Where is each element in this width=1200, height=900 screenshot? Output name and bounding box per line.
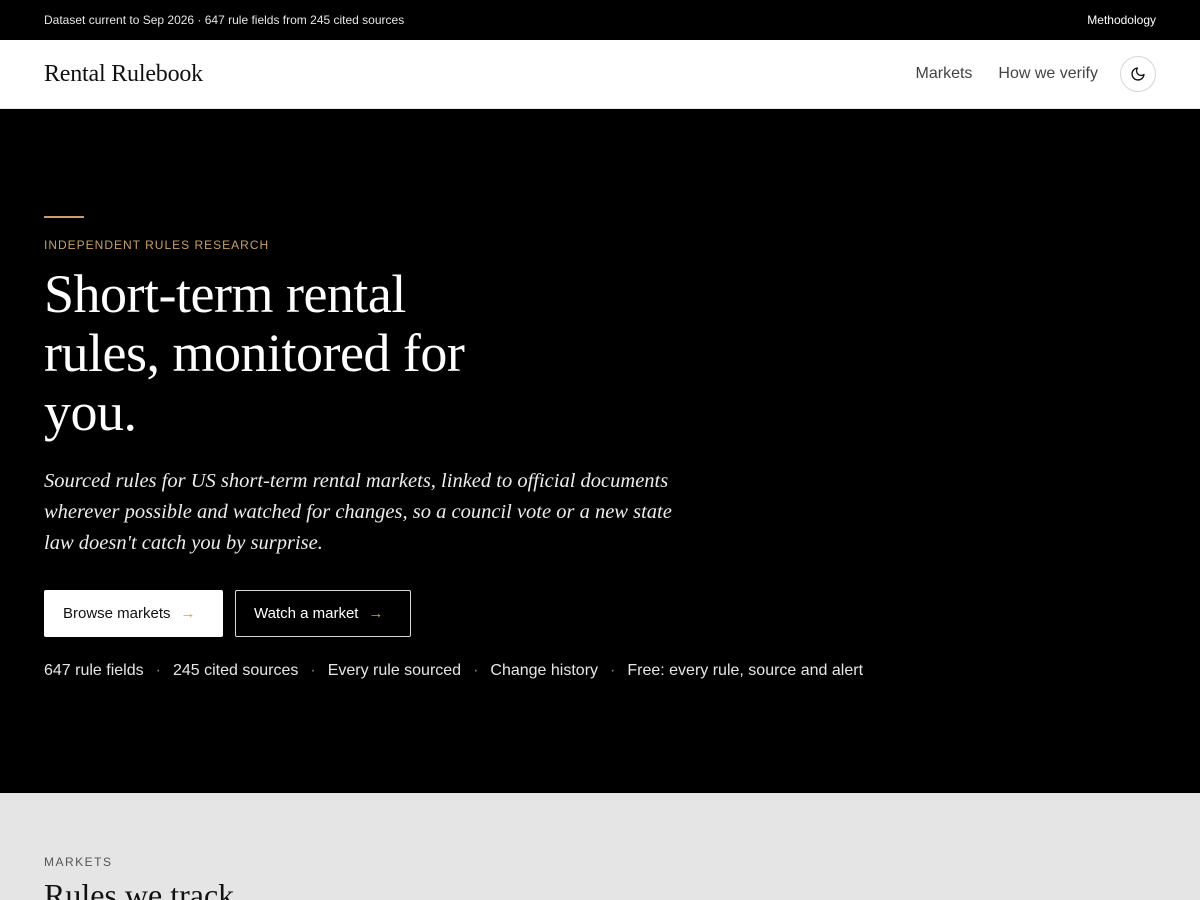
stat-item: 647 rule fields bbox=[44, 662, 144, 679]
hero-eyebrow: INDEPENDENT RULES RESEARCH bbox=[44, 238, 270, 252]
methodology-link[interactable]: Methodology bbox=[1087, 13, 1156, 27]
dataset-status: Dataset current to Sep 2026 · 647 rule f… bbox=[44, 13, 405, 27]
stat-separator: · bbox=[610, 662, 616, 679]
cta-row: Browse markets → Watch a market → bbox=[44, 590, 411, 637]
markets-eyebrow: MARKETS bbox=[44, 855, 113, 869]
hero-title: Short-term rental rules, monitored for y… bbox=[44, 264, 465, 442]
site-header: Rental Rulebook Markets How we verify bbox=[0, 40, 1200, 109]
hero-stats: 647 rule fields · 245 cited sources · Ev… bbox=[44, 662, 863, 680]
accent-rule bbox=[44, 216, 84, 218]
stat-item: Every rule sourced bbox=[327, 662, 462, 679]
stat-separator: · bbox=[310, 662, 316, 679]
arrow-right-icon: → bbox=[368, 605, 384, 622]
stat-separator: · bbox=[155, 662, 161, 679]
top-info-bar: Dataset current to Sep 2026 · 647 rule f… bbox=[0, 0, 1200, 40]
markets-title: Rules we track bbox=[44, 877, 235, 900]
browse-markets-label: Browse markets bbox=[63, 605, 171, 622]
browse-markets-button[interactable]: Browse markets → bbox=[44, 590, 223, 637]
moon-icon bbox=[1131, 67, 1145, 81]
theme-toggle-button[interactable] bbox=[1120, 56, 1156, 92]
watch-market-label: Watch a market bbox=[254, 605, 359, 622]
stat-separator: · bbox=[473, 662, 479, 679]
nav-how-we-verify[interactable]: How we verify bbox=[998, 65, 1098, 83]
hero-section: INDEPENDENT RULES RESEARCH Short-term re… bbox=[0, 109, 1200, 793]
markets-section: MARKETS Rules we track bbox=[0, 793, 1200, 900]
hero-lead: Sourced rules for US short-term rental m… bbox=[44, 470, 672, 554]
stat-item: 245 cited sources bbox=[172, 662, 299, 679]
brand-logo[interactable]: Rental Rulebook bbox=[44, 61, 203, 88]
stat-item: Free: every rule, source and alert bbox=[627, 662, 864, 679]
main-nav: Markets How we verify bbox=[890, 56, 1156, 92]
arrow-right-icon: → bbox=[180, 605, 196, 622]
stat-item: Change history bbox=[490, 662, 599, 679]
nav-markets[interactable]: Markets bbox=[916, 65, 973, 83]
watch-market-button[interactable]: Watch a market → bbox=[235, 590, 411, 637]
